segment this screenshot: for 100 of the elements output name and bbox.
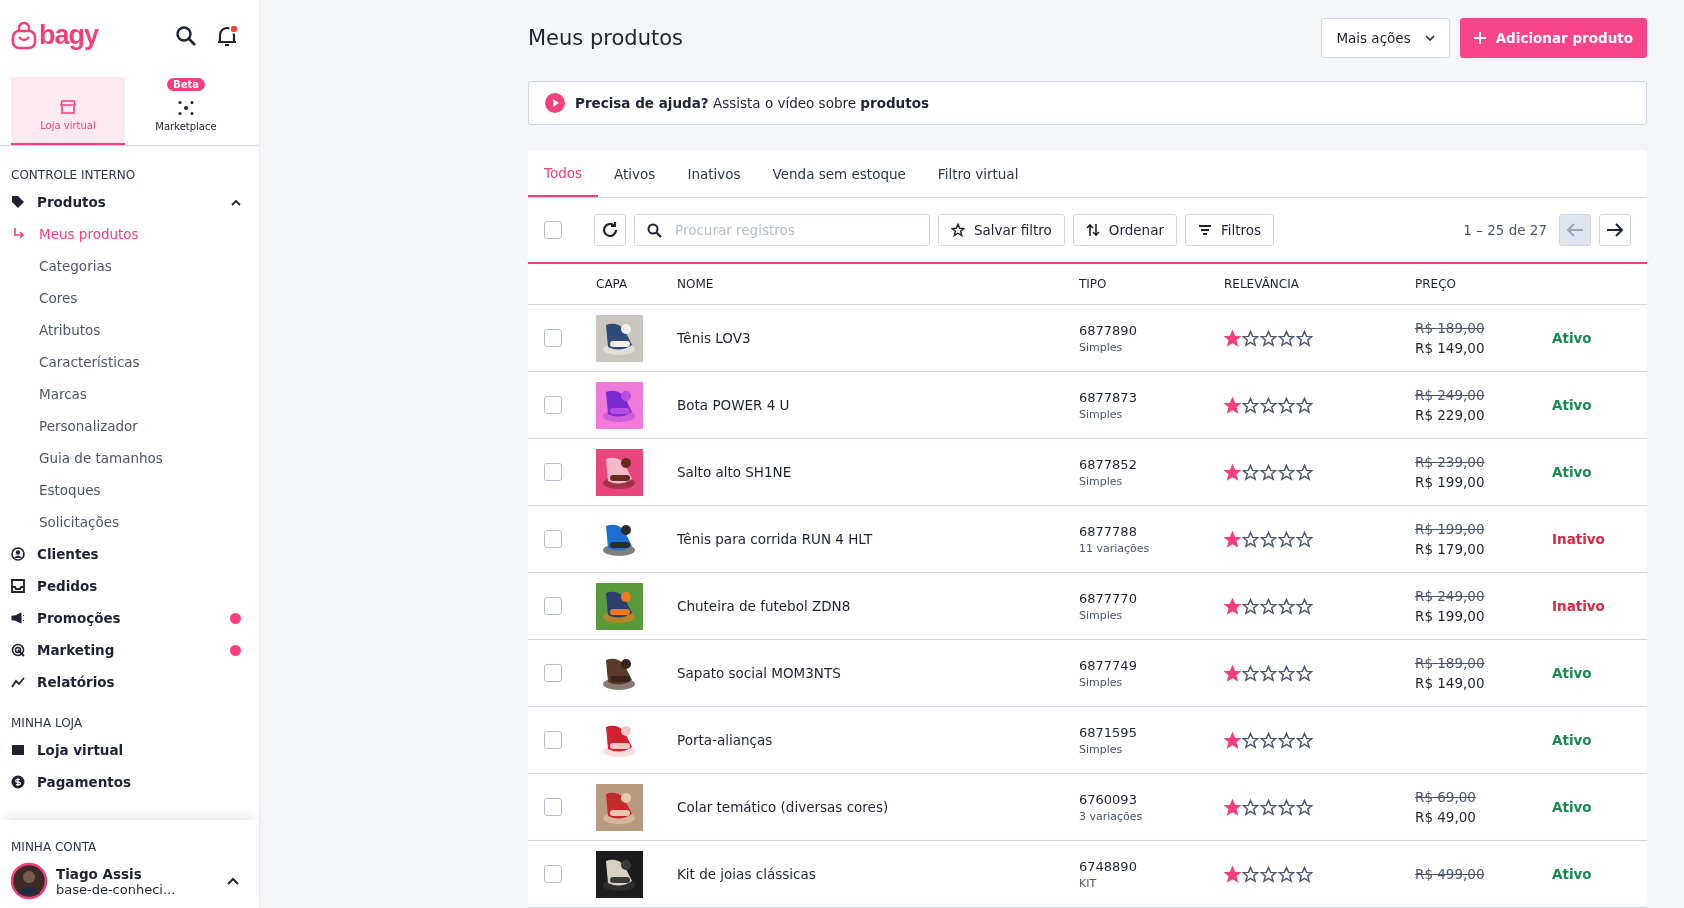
product-type: Simples [1079, 742, 1124, 756]
nav-item[interactable]: Clientes [0, 538, 259, 570]
old-price: R$ 249,00 [1415, 387, 1486, 403]
old-price: R$ 189,00 [1415, 655, 1486, 671]
filter-tab[interactable]: Inativos [671, 150, 757, 197]
relevance-stars[interactable] [1224, 798, 1313, 816]
star-icon [1260, 798, 1277, 816]
select-all-checkbox[interactable] [544, 221, 562, 239]
relevance-stars[interactable] [1224, 329, 1313, 347]
product-name[interactable]: Colar temático (diversas cores) [677, 799, 1079, 815]
nav-item[interactable]: Marketing [0, 634, 259, 666]
channel-tab[interactable]: Beta Marketplace [129, 77, 243, 145]
product-code: 6877852 [1079, 456, 1138, 472]
nav-subitem[interactable]: Solicitações [0, 506, 259, 538]
row-checkbox[interactable] [544, 329, 562, 347]
filter-tab[interactable]: Ativos [598, 150, 672, 197]
nav-item[interactable]: Produtos [0, 186, 259, 218]
next-page-button[interactable] [1599, 214, 1631, 246]
product-type: Simples [1079, 340, 1124, 354]
product-name[interactable]: Bota POWER 4 U [677, 397, 1079, 413]
search-icon[interactable] [175, 24, 197, 47]
nav-subitem[interactable]: Guia de tamanhos [0, 442, 259, 474]
product-name[interactable]: Tênis para corrida RUN 4 HLT [677, 531, 1079, 547]
star-icon [1242, 865, 1259, 883]
row-checkbox[interactable] [544, 798, 562, 816]
nav-subitem[interactable]: Cores [0, 282, 259, 314]
relevance-stars[interactable] [1224, 463, 1313, 481]
logo-text: bagy [39, 20, 99, 51]
product-name[interactable]: Tênis LOV3 [677, 330, 1079, 346]
row-checkbox[interactable] [544, 396, 562, 414]
relevance-stars[interactable] [1224, 664, 1313, 682]
nav-item[interactable]: Promoções [0, 602, 259, 634]
row-checkbox[interactable] [544, 530, 562, 548]
price: R$ 149,00 [1415, 675, 1486, 691]
product-name[interactable]: Chuteira de futebol ZDN8 [677, 598, 1079, 614]
nav-item[interactable]: Pagamentos [0, 766, 259, 798]
nav-subitem[interactable]: Meus produtos [0, 218, 259, 250]
nav-subitem[interactable]: Personalizador [0, 410, 259, 442]
save-filter-button[interactable]: Salvar filtro [938, 214, 1065, 246]
star-icon [1260, 865, 1277, 883]
row-checkbox[interactable] [544, 731, 562, 749]
star-icon [1278, 530, 1295, 548]
nav-subitem[interactable]: Marcas [0, 378, 259, 410]
sort-button[interactable]: Ordenar [1072, 214, 1177, 246]
old-price: R$ 499,00 [1415, 866, 1486, 882]
plus-icon [1473, 32, 1486, 44]
relevance-stars[interactable] [1224, 865, 1313, 883]
filter-tab[interactable]: Filtro virtual [921, 150, 1035, 197]
notification-bell-icon[interactable] [215, 23, 239, 48]
relevance-stars[interactable] [1224, 530, 1313, 548]
more-actions-button[interactable]: Mais ações [1321, 18, 1450, 58]
product-code: 6760093 [1079, 791, 1138, 807]
filter-tab[interactable]: Venda sem estoque [756, 150, 922, 197]
nav-item[interactable]: Loja virtual [0, 734, 259, 766]
product-type: Simples [1079, 608, 1124, 622]
section-title: MINHA CONTA [10, 839, 98, 856]
relevance-stars[interactable] [1224, 396, 1313, 414]
row-checkbox[interactable] [544, 865, 562, 883]
refresh-icon [601, 221, 619, 239]
status-label: Ativo [1552, 866, 1593, 882]
product-code: 6748890 [1079, 858, 1138, 874]
column-header: CAPA [596, 277, 629, 291]
filter-icon [1197, 224, 1212, 236]
status-label: Ativo [1552, 397, 1593, 413]
old-price: R$ 199,00 [1415, 521, 1486, 537]
nav-item[interactable]: Pedidos [0, 570, 259, 602]
filter-tab[interactable]: Todos [528, 150, 599, 197]
star-icon [1296, 463, 1313, 481]
refresh-button[interactable] [594, 214, 626, 246]
relevance-stars[interactable] [1224, 731, 1313, 749]
sort-arrows-icon [1085, 223, 1100, 237]
nav-subitem[interactable]: Estoques [0, 474, 259, 506]
product-code: 6871595 [1079, 724, 1138, 740]
row-checkbox[interactable] [544, 463, 562, 481]
product-name[interactable]: Salto alto SH1NE [677, 464, 1079, 480]
column-header: NOME [677, 277, 715, 291]
star-icon [1242, 597, 1259, 615]
row-checkbox[interactable] [544, 664, 562, 682]
star-icon [1260, 597, 1277, 615]
filters-button[interactable]: Filtros [1184, 214, 1275, 246]
nav-subitem[interactable]: Categorias [0, 250, 259, 282]
row-checkbox[interactable] [544, 597, 562, 615]
product-name[interactable]: Kit de joias clássicas [677, 866, 1079, 882]
relevance-stars[interactable] [1224, 597, 1313, 615]
play-icon[interactable] [545, 93, 565, 113]
product-name[interactable]: Porta-alianças [677, 732, 1079, 748]
nav-subitem[interactable]: Atributos [0, 314, 259, 346]
price: R$ 199,00 [1415, 474, 1486, 490]
product-code: 6877873 [1079, 389, 1138, 405]
star-icon [1242, 798, 1259, 816]
star-icon [1278, 396, 1295, 414]
star-icon [1278, 664, 1295, 682]
search-field[interactable]: Procurar registros [634, 214, 930, 246]
nav-item[interactable]: Relatórios [0, 666, 259, 698]
product-name[interactable]: Sapato social MOM3NTS [677, 665, 1079, 681]
search-icon [647, 223, 662, 238]
chevron-icon[interactable] [227, 877, 239, 885]
nav-subitem[interactable]: Características [0, 346, 259, 378]
status-label: Ativo [1552, 799, 1593, 815]
star-icon [1260, 329, 1277, 347]
